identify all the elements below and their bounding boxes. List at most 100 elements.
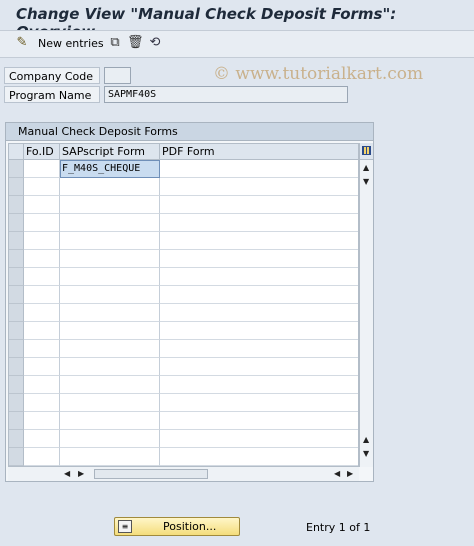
table-row[interactable] [9,358,358,376]
scroll-down-icon[interactable]: ▼ [363,177,369,187]
table-row[interactable] [9,340,358,358]
column-settings-button[interactable] [360,143,373,160]
sapscript-form-cell[interactable] [60,340,160,358]
table-row[interactable] [9,430,358,448]
pdf-form-cell[interactable] [160,322,358,340]
fo-id-cell[interactable] [24,358,60,376]
select-all-header[interactable] [9,144,24,160]
row-selector[interactable] [9,178,24,196]
pdf-form-cell[interactable] [160,250,358,268]
sapscript-form-cell[interactable] [60,322,160,340]
scroll-page-up-icon[interactable]: ▲ [363,435,369,445]
row-selector[interactable] [9,286,24,304]
table-row[interactable] [9,412,358,430]
sapscript-form-cell[interactable] [60,430,160,448]
row-selector[interactable] [9,376,24,394]
fo-id-cell[interactable] [24,178,60,196]
pdf-form-cell[interactable] [160,304,358,322]
table-row[interactable] [9,286,358,304]
fo-id-cell[interactable] [24,448,60,466]
pdf-form-cell[interactable] [160,394,358,412]
row-selector[interactable] [9,340,24,358]
sapscript-form-cell[interactable] [60,178,160,196]
pdf-form-cell[interactable] [160,268,358,286]
pdf-form-cell[interactable] [160,376,358,394]
column-header-pdf-form[interactable]: PDF Form [160,144,358,160]
row-selector[interactable] [9,412,24,430]
fo-id-cell[interactable] [24,412,60,430]
fo-id-cell[interactable] [24,160,60,178]
position-button[interactable]: ≡ Position... [114,517,240,536]
table-row[interactable] [9,232,358,250]
pdf-form-cell[interactable] [160,160,358,178]
pdf-form-cell[interactable] [160,196,358,214]
sapscript-form-cell[interactable] [60,304,160,322]
horizontal-scrollbar[interactable]: ◀ ▶ ◀ ▶ [8,467,359,481]
horizontal-scroll-thumb[interactable] [94,469,208,479]
sapscript-form-cell[interactable] [60,286,160,304]
pencil-glasses-icon[interactable]: ✎ [14,35,30,51]
sapscript-form-cell[interactable] [60,412,160,430]
sapscript-form-cell[interactable] [60,250,160,268]
table-row[interactable] [9,214,358,232]
column-header-fo-id[interactable]: Fo.ID [24,144,60,160]
table-row[interactable] [9,322,358,340]
pdf-form-cell[interactable] [160,340,358,358]
fo-id-cell[interactable] [24,340,60,358]
table-row[interactable] [9,304,358,322]
scroll-up-icon[interactable]: ▲ [363,163,369,173]
sapscript-form-cell[interactable] [60,232,160,250]
sapscript-form-cell[interactable] [60,394,160,412]
row-selector[interactable] [9,232,24,250]
sapscript-form-cell[interactable] [60,448,160,466]
table-row[interactable] [9,178,358,196]
new-entries-button[interactable]: New entries [38,37,104,50]
scroll-left-end-icon[interactable]: ◀ [334,469,340,479]
scroll-right-end-icon[interactable]: ▶ [347,469,353,479]
row-selector[interactable] [9,394,24,412]
sapscript-form-cell[interactable] [60,358,160,376]
fo-id-cell[interactable] [24,394,60,412]
fo-id-cell[interactable] [24,232,60,250]
fo-id-cell[interactable] [24,376,60,394]
table-row[interactable] [9,196,358,214]
pdf-form-cell[interactable] [160,448,358,466]
row-selector[interactable] [9,250,24,268]
fo-id-cell[interactable] [24,304,60,322]
table-row[interactable] [9,394,358,412]
row-selector[interactable] [9,430,24,448]
pdf-form-cell[interactable] [160,430,358,448]
sapscript-form-cell[interactable]: F_M40S_CHEQUE [60,160,160,178]
row-selector[interactable] [9,160,24,178]
fo-id-cell[interactable] [24,286,60,304]
fo-id-cell[interactable] [24,250,60,268]
sapscript-form-cell[interactable] [60,268,160,286]
fo-id-cell[interactable] [24,214,60,232]
pdf-form-cell[interactable] [160,286,358,304]
sapscript-form-cell[interactable] [60,376,160,394]
scroll-left-icon[interactable]: ◀ [64,469,70,479]
copy-icon[interactable]: ⧉ [107,35,123,51]
sapscript-form-cell[interactable] [60,196,160,214]
pdf-form-cell[interactable] [160,214,358,232]
table-row[interactable] [9,448,358,466]
company-code-field[interactable] [104,67,131,84]
table-row[interactable]: F_M40S_CHEQUE [9,160,358,178]
fo-id-cell[interactable] [24,322,60,340]
fo-id-cell[interactable] [24,268,60,286]
pdf-form-cell[interactable] [160,232,358,250]
pdf-form-cell[interactable] [160,412,358,430]
pdf-form-cell[interactable] [160,358,358,376]
row-selector[interactable] [9,304,24,322]
table-row[interactable] [9,268,358,286]
row-selector[interactable] [9,214,24,232]
row-selector[interactable] [9,268,24,286]
vertical-scrollbar[interactable]: ▲ ▼ ▲ ▼ [359,143,373,467]
row-selector[interactable] [9,448,24,466]
scroll-right-icon[interactable]: ▶ [78,469,84,479]
row-selector[interactable] [9,322,24,340]
sapscript-form-cell[interactable] [60,214,160,232]
row-selector[interactable] [9,196,24,214]
scroll-page-down-icon[interactable]: ▼ [363,449,369,459]
undo-icon[interactable]: ⟲ [147,35,163,51]
